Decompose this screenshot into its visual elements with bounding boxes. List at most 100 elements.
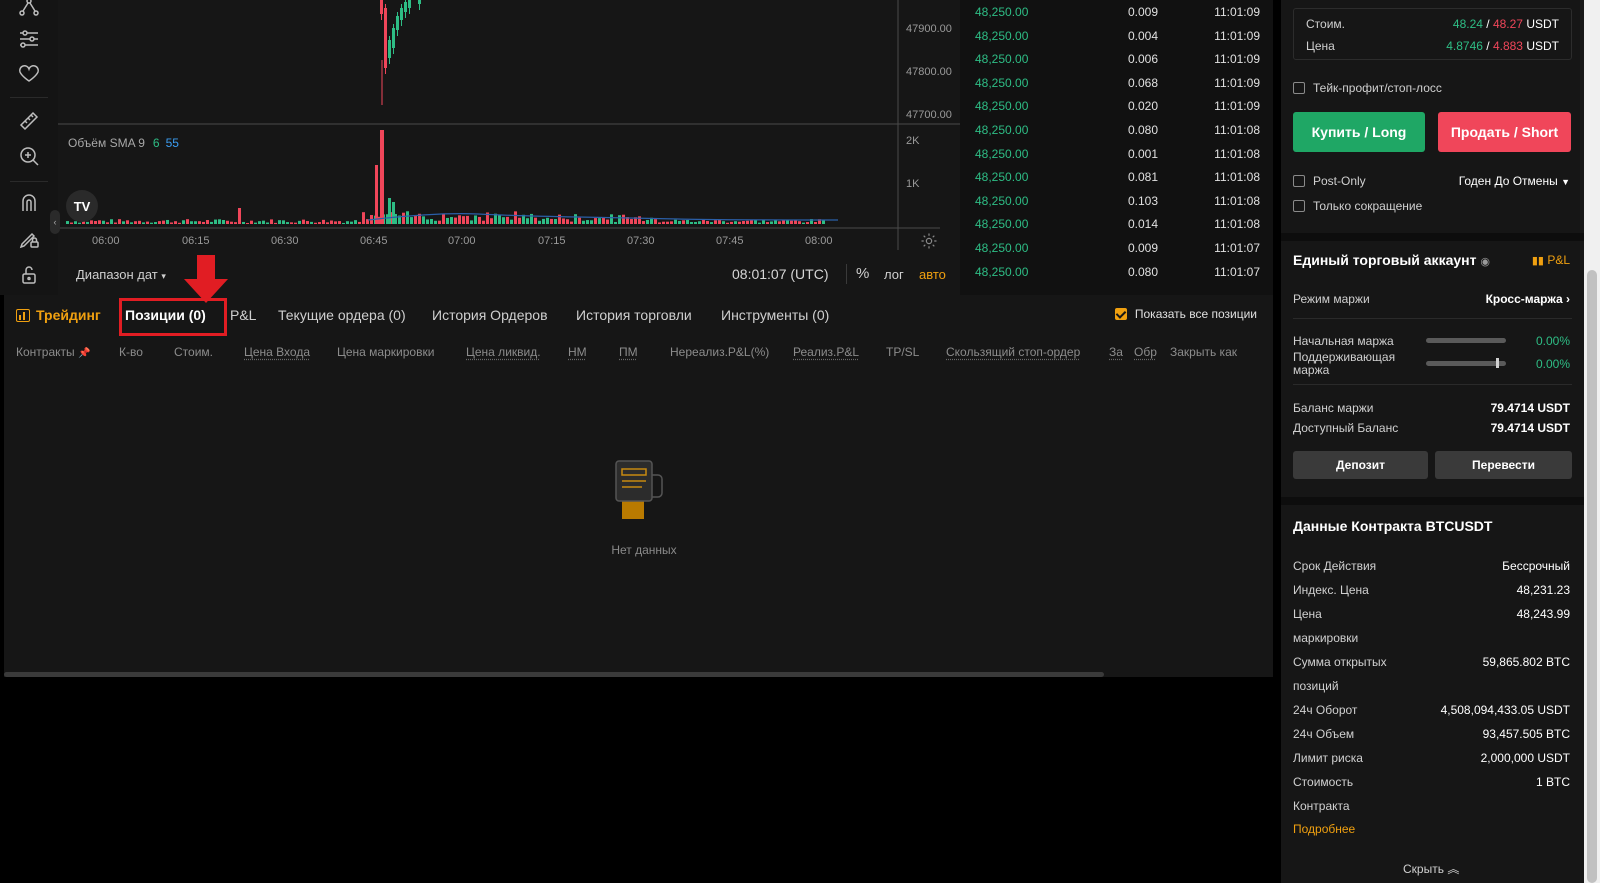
- col-unrealized-pnl[interactable]: Нереализ.P&L(%): [670, 345, 769, 359]
- zoom-in-icon[interactable]: [16, 143, 42, 169]
- volume-bar: [414, 215, 417, 224]
- percent-scale-toggle[interactable]: %: [856, 265, 869, 282]
- col-mm[interactable]: ПМ: [619, 345, 638, 359]
- positions-panel: Трейдинг Позиции (0) P&L Текущие ордера …: [4, 255, 1273, 677]
- volume-bar: [694, 221, 697, 224]
- col-za[interactable]: За: [1109, 345, 1123, 359]
- volume-bar: [114, 222, 117, 224]
- col-realized-pnl[interactable]: Реализ.P&L: [793, 345, 859, 359]
- deposit-button[interactable]: Депозит: [1293, 451, 1428, 479]
- chart-canvas[interactable]: [58, 0, 960, 295]
- col-close-as[interactable]: Закрыть как: [1170, 345, 1237, 359]
- col-tpsl[interactable]: TP/SL: [886, 345, 919, 359]
- indicators-icon[interactable]: [16, 26, 42, 52]
- account-title: Единый торговый аккаунт ◉: [1293, 252, 1490, 268]
- col-entry-price[interactable]: Цена Входа: [244, 345, 310, 359]
- volume-bar: [174, 221, 177, 224]
- col-mark-price[interactable]: Цена маркировки: [337, 345, 434, 359]
- checkbox-checked-icon[interactable]: [1114, 308, 1127, 320]
- col-trailing-stop[interactable]: Скользящий стоп-ордер: [946, 345, 1080, 359]
- tab-trading[interactable]: Трейдинг: [16, 307, 101, 323]
- chevron-down-icon: ▾: [161, 271, 166, 281]
- transfer-button[interactable]: Перевести: [1435, 451, 1572, 479]
- volume-bar: [118, 219, 121, 224]
- log-scale-toggle[interactable]: лог: [884, 267, 904, 282]
- eye-icon[interactable]: ◉: [1480, 256, 1490, 268]
- hide-label: Скрыть: [1403, 862, 1444, 876]
- volume-bar: [230, 221, 233, 224]
- more-details-link[interactable]: Подробнее: [1293, 822, 1355, 836]
- caret-down-icon: ▼: [1561, 177, 1570, 187]
- trade-price: 48,250.00: [975, 217, 1029, 232]
- chart-clock[interactable]: 08:01:07 (UTC): [732, 266, 828, 282]
- price-chart[interactable]: 47900.00 47800.00 47700.00 2K 1K 06:00 0…: [50, 0, 960, 295]
- trade-qty: 0.020: [1128, 99, 1159, 114]
- page-scrollbar[interactable]: [1584, 0, 1600, 883]
- volume-bar: [514, 211, 517, 224]
- tab-instruments[interactable]: Инструменты (0): [721, 307, 829, 323]
- ruler-icon[interactable]: [16, 108, 42, 134]
- empty-state-text: Нет данных: [611, 543, 677, 557]
- time-axis-label: 06:00: [92, 235, 120, 247]
- volume-bar: [186, 219, 189, 224]
- post-only-checkbox[interactable]: [1293, 175, 1305, 187]
- toolbar-divider: [10, 181, 48, 182]
- trade-row: 48,250.00 0.001 11:01:08: [960, 147, 1273, 171]
- pattern-tool-icon[interactable]: [16, 0, 42, 20]
- tpsl-checkbox[interactable]: [1293, 82, 1305, 94]
- date-range-dropdown[interactable]: Диапазон дат ▾: [76, 267, 166, 282]
- cost-unit: USDT: [1526, 17, 1559, 31]
- section-divider: [1281, 497, 1584, 505]
- volume-bar: [654, 219, 657, 224]
- margin-mode-selector[interactable]: Кросс-маржа ›: [1486, 292, 1570, 306]
- volume-bar: [698, 221, 701, 224]
- volume-bar: [686, 220, 689, 224]
- volume-bar: [250, 220, 253, 224]
- sell-short-button[interactable]: Продать / Short: [1438, 112, 1571, 152]
- magnet-icon[interactable]: [16, 190, 42, 216]
- tab-order-history[interactable]: История Ордеров: [432, 307, 548, 323]
- horizontal-scrollbar[interactable]: [4, 672, 1104, 677]
- unlock-icon[interactable]: [16, 262, 42, 288]
- volume-bar: [90, 220, 93, 224]
- col-value[interactable]: Стоим.: [174, 345, 213, 359]
- tab-pnl[interactable]: P&L: [230, 307, 256, 323]
- lock-drawing-icon[interactable]: [16, 226, 42, 252]
- time-axis-label: 07:00: [448, 235, 476, 247]
- trade-qty: 0.081: [1128, 170, 1159, 185]
- cost-values: 48.24 / 48.27 USDT: [1453, 17, 1559, 31]
- tab-open-orders[interactable]: Текущие ордера (0): [278, 307, 406, 323]
- trade-time: 11:01:08: [1214, 123, 1260, 137]
- collapse-toolbar-icon[interactable]: ‹: [50, 210, 60, 234]
- auto-scale-toggle[interactable]: авто: [919, 267, 946, 282]
- pnl-link[interactable]: ▮▮ P&L: [1532, 253, 1570, 267]
- pin-icon[interactable]: 📌: [78, 348, 90, 359]
- volume-bar: [102, 220, 105, 224]
- available-balance-value: 79.4714 USDT: [1490, 421, 1570, 435]
- col-liq-price[interactable]: Цена ликвид.: [466, 345, 541, 359]
- favorites-heart-icon[interactable]: [16, 60, 42, 86]
- col-im[interactable]: НМ: [568, 345, 587, 359]
- volume-bar: [562, 218, 565, 224]
- trade-time: 11:01:07: [1214, 241, 1260, 255]
- volume-bar: [470, 220, 473, 224]
- maintenance-margin-label: Поддерживающая маржа: [1293, 350, 1396, 377]
- col-qty[interactable]: К-во: [119, 345, 143, 359]
- tab-trade-history[interactable]: История торговли: [576, 307, 692, 323]
- buy-long-button[interactable]: Купить / Long: [1293, 112, 1425, 152]
- reduce-only-label: Только сокращение: [1313, 199, 1423, 213]
- tradingview-logo[interactable]: TV: [66, 190, 98, 222]
- col-contracts[interactable]: Контракты 📌: [16, 345, 90, 359]
- volume-bar: [446, 217, 449, 224]
- hide-contract-data-button[interactable]: Скрыть ︽: [1403, 860, 1459, 877]
- col-obr[interactable]: Обр: [1134, 345, 1157, 359]
- volume-bar: [662, 221, 665, 224]
- page-scrollbar-thumb[interactable]: [1587, 270, 1597, 883]
- volume-axis-label: 1K: [906, 178, 920, 190]
- trade-row: 48,250.00 0.009 11:01:09: [960, 5, 1273, 29]
- chart-settings-gear-icon[interactable]: [920, 232, 938, 250]
- reduce-only-checkbox[interactable]: [1293, 200, 1305, 212]
- show-all-positions-toggle[interactable]: Показать все позиции: [1114, 307, 1257, 321]
- volume-bar: [794, 220, 797, 224]
- time-in-force-dropdown[interactable]: Годен До Отмены ▼: [1459, 174, 1570, 188]
